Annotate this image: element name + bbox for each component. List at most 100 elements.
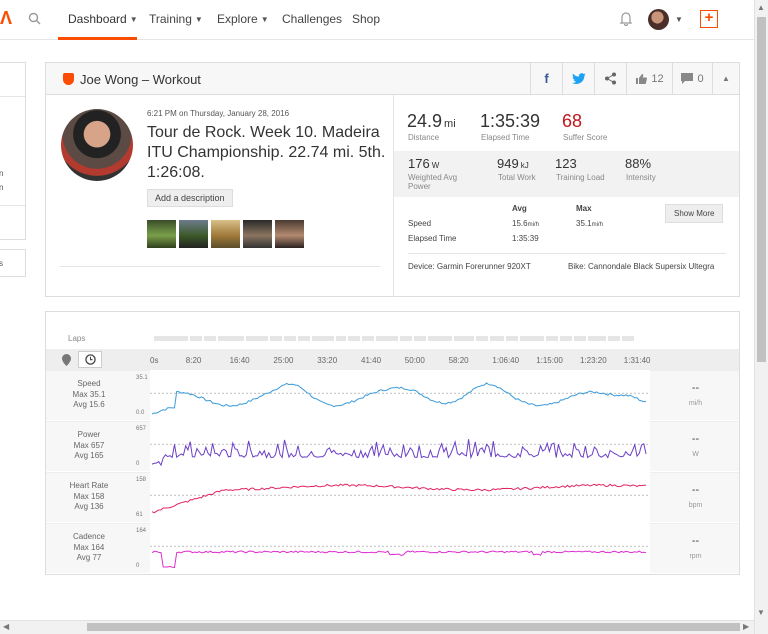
nav-shop[interactable]: Shop <box>352 12 380 26</box>
work-unit: kJ <box>520 161 529 170</box>
stream-label[interactable]: Power <box>46 430 132 439</box>
lap-segment[interactable] <box>154 336 188 341</box>
lap-segment[interactable] <box>270 336 282 341</box>
stream-label[interactable]: Speed <box>46 379 132 388</box>
stream-unit: W <box>692 451 699 458</box>
lap-segment[interactable] <box>622 336 634 341</box>
map-pin-toggle[interactable] <box>54 351 78 368</box>
lap-segment[interactable] <box>490 336 504 341</box>
active-tab-indicator <box>58 37 137 40</box>
photo-thumbnail[interactable] <box>211 220 240 248</box>
nav-challenges[interactable]: Challenges <box>282 12 342 26</box>
lap-segment[interactable] <box>336 336 346 341</box>
lap-segment[interactable] <box>400 336 412 341</box>
lap-segment[interactable] <box>190 336 202 341</box>
stream-current-value: -- <box>691 535 700 547</box>
lap-segment[interactable] <box>246 336 268 341</box>
time-tick-label: 16:40 <box>229 356 250 365</box>
bell-icon[interactable] <box>619 11 633 29</box>
chevron-down-icon: ▼ <box>129 14 138 24</box>
lap-segment[interactable] <box>312 336 334 341</box>
lap-segment[interactable] <box>476 336 488 341</box>
lap-segment[interactable] <box>348 336 360 341</box>
athlete-avatar[interactable] <box>61 109 133 181</box>
lap-segment[interactable] <box>204 336 216 341</box>
map-pin-icon <box>61 353 71 366</box>
lap-segment[interactable] <box>284 336 296 341</box>
thumbs-up-icon <box>636 73 648 84</box>
vertical-scroll-thumb[interactable] <box>757 17 766 362</box>
lap-segment[interactable] <box>546 336 558 341</box>
table-header-max: Max <box>576 204 592 213</box>
sidebar-text-fragment[interactable]: n <box>0 169 3 178</box>
strava-logo[interactable]: Λ <box>0 8 12 29</box>
lap-segment[interactable] <box>428 336 452 341</box>
streams-plot[interactable] <box>150 370 654 574</box>
lap-segment[interactable] <box>218 336 244 341</box>
stream-max: Max 158 <box>73 492 105 501</box>
time-tick-label: 1:31:40 <box>623 356 651 365</box>
add-description-button[interactable]: Add a description <box>147 189 233 207</box>
bike-info[interactable]: Bike: Cannondale Black Supersix Ultegra <box>568 262 714 271</box>
nav-explore-label: Explore <box>217 12 258 26</box>
scroll-left-arrow[interactable]: ◀ <box>3 622 9 631</box>
nav-explore[interactable]: Explore ▼ <box>217 12 269 26</box>
nav-training[interactable]: Training ▼ <box>149 12 203 26</box>
stream-max: Max 657 <box>73 441 105 450</box>
time-tick-label: 1:23:20 <box>580 356 607 365</box>
distance-label: Distance <box>408 133 440 142</box>
stream-label[interactable]: Heart Rate <box>46 481 132 490</box>
lap-segment[interactable] <box>608 336 620 341</box>
scale-bottom-label: 0 <box>136 461 140 467</box>
nav-dashboard[interactable]: Dashboard ▼ <box>68 12 138 26</box>
stream-max: Max 164 <box>73 543 105 552</box>
time-tick-label: 33:20 <box>317 356 338 365</box>
sidebar-text-fragment[interactable]: n <box>0 183 3 192</box>
kudos-button[interactable]: 12 <box>626 63 672 94</box>
shield-icon <box>63 73 74 85</box>
chevron-down-icon: ▼ <box>260 14 269 24</box>
scroll-down-arrow[interactable]: ▼ <box>757 608 765 617</box>
photo-thumbnail[interactable] <box>147 220 176 248</box>
chevron-down-icon[interactable]: ▼ <box>675 15 683 24</box>
lap-segment[interactable] <box>506 336 518 341</box>
collapse-button[interactable]: ▲ <box>712 63 739 94</box>
photo-thumbnail[interactable] <box>275 220 304 248</box>
lap-segment[interactable] <box>376 336 398 341</box>
user-avatar[interactable] <box>648 9 669 30</box>
sidebar-divider <box>0 205 25 206</box>
suffer-score-value[interactable]: 68 <box>562 111 582 132</box>
photo-thumbnail[interactable] <box>243 220 272 248</box>
upload-plus-button[interactable]: + <box>700 10 718 28</box>
lap-segment[interactable] <box>414 336 426 341</box>
sidebar-text-fragment[interactable]: s <box>0 259 3 268</box>
photo-thumbnail[interactable] <box>179 220 208 248</box>
lap-segment[interactable] <box>588 336 606 341</box>
time-tick-label: 0s <box>150 356 159 365</box>
lap-segment[interactable] <box>362 336 374 341</box>
comments-button[interactable]: 0 <box>672 63 712 94</box>
horizontal-scroll-thumb[interactable] <box>87 623 740 631</box>
lap-segment[interactable] <box>298 336 310 341</box>
lap-segment[interactable] <box>520 336 544 341</box>
lap-segment[interactable] <box>560 336 572 341</box>
time-tick-label: 1:15:00 <box>536 356 563 365</box>
chevron-down-icon: ▼ <box>194 14 203 24</box>
show-more-button[interactable]: Show More <box>665 204 724 223</box>
stream-avg: Avg 136 <box>74 502 104 511</box>
facebook-icon: f <box>544 71 549 86</box>
share-button[interactable] <box>594 63 626 94</box>
stream-label[interactable]: Cadence <box>46 532 132 541</box>
stream-avg: Avg 77 <box>76 553 102 562</box>
lap-segment[interactable] <box>454 336 474 341</box>
scroll-up-arrow[interactable]: ▲ <box>757 3 765 12</box>
lap-segment[interactable] <box>574 336 586 341</box>
twitter-share-button[interactable] <box>562 63 594 94</box>
facebook-share-button[interactable]: f <box>530 63 562 94</box>
search-icon[interactable] <box>28 12 41 28</box>
stream-current-value: -- <box>691 382 700 394</box>
clock-toggle[interactable] <box>78 351 102 368</box>
activity-title: Tour de Rock. Week 10. Madeira ITU Champ… <box>147 124 386 181</box>
speed-avg-unit: mi/h <box>527 222 539 228</box>
scroll-right-arrow[interactable]: ▶ <box>743 622 749 631</box>
